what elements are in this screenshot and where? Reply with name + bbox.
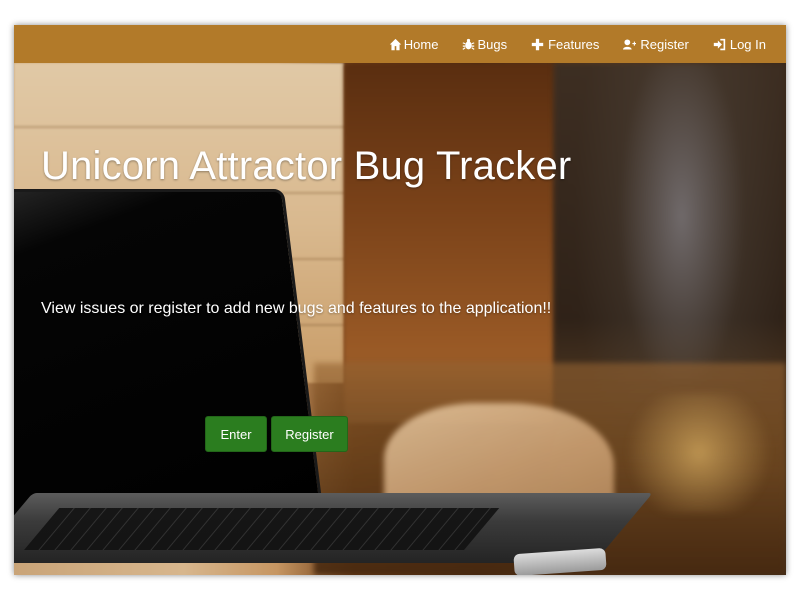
nav-home-label: Home bbox=[403, 36, 439, 52]
page-title: Unicorn Attractor Bug Tracker bbox=[41, 144, 572, 188]
hero-section: Unicorn Attractor Bug Tracker View issue… bbox=[14, 63, 786, 575]
bug-icon bbox=[462, 38, 475, 50]
nav-register-label: Register bbox=[640, 36, 689, 52]
user-plus-icon bbox=[623, 38, 637, 50]
nav-bugs-label: Bugs bbox=[477, 36, 508, 52]
nav-features-link[interactable]: Features bbox=[531, 37, 599, 52]
nav-login-link[interactable]: Log In bbox=[713, 37, 766, 52]
top-navbar: Home Bugs Features Register Log In bbox=[14, 25, 786, 63]
nav-bugs-link[interactable]: Bugs bbox=[462, 37, 507, 52]
plus-icon bbox=[531, 38, 544, 50]
nav-features-label: Features bbox=[548, 36, 600, 52]
laptop-keyboard-image bbox=[24, 508, 500, 550]
sign-in-icon bbox=[713, 38, 726, 50]
nav-register-link[interactable]: Register bbox=[623, 36, 689, 52]
nav-home-link[interactable]: Home bbox=[389, 36, 439, 52]
register-button[interactable]: Register bbox=[271, 416, 348, 452]
app-frame: Home Bugs Features Register Log In Unico… bbox=[14, 25, 786, 575]
nav-login-label: Log In bbox=[729, 36, 766, 52]
home-icon bbox=[389, 38, 401, 50]
enter-button[interactable]: Enter bbox=[205, 416, 267, 452]
laptop-screen-image bbox=[14, 189, 325, 519]
hero-subtitle: View issues or register to add new bugs … bbox=[41, 300, 552, 317]
